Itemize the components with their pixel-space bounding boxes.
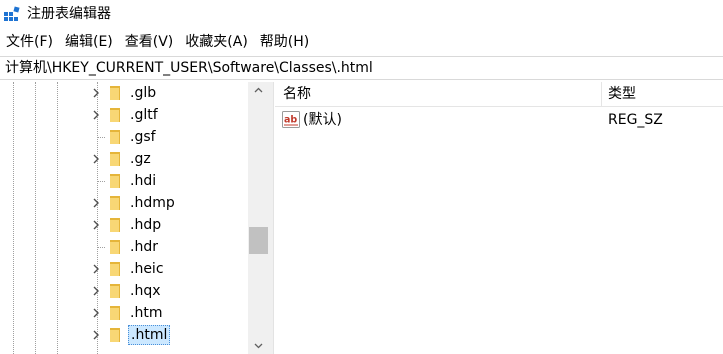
menu-file[interactable]: 文件(F) (0, 30, 59, 54)
tree-connector (97, 247, 105, 248)
tree-item[interactable]: .hdr (0, 236, 248, 258)
tree-item[interactable]: .hdp (0, 214, 248, 236)
tree-item-label: .hdp (130, 217, 162, 233)
window-title: 注册表编辑器 (27, 6, 111, 22)
chevron-right-icon[interactable] (89, 262, 103, 276)
key-tree[interactable]: .glb .gltf .gsf .gz .hdi .hdmp .hdp .hdr .heic .h… (0, 82, 269, 354)
tree-item[interactable]: .hdi (0, 170, 248, 192)
menu-help[interactable]: 帮助(H) (254, 30, 315, 54)
values-pane[interactable]: 名称 类型 ab (默认) REG_SZ (275, 82, 723, 354)
tree-item[interactable]: .hqx (0, 280, 248, 302)
address-path[interactable]: 计算机\HKEY_CURRENT_USER\Software\Classes\.… (5, 59, 373, 78)
folder-icon (110, 108, 120, 122)
folder-icon (110, 240, 120, 254)
tree-item-label: .hdi (130, 173, 157, 189)
value-name: (默认) (303, 112, 342, 128)
menu-bar: 文件(F) 编辑(E) 查看(V) 收藏夹(A) 帮助(H) (0, 30, 723, 54)
title-bar: 注册表编辑器 (0, 0, 723, 30)
tree-item[interactable]: .heic (0, 258, 248, 280)
tree-item-label: .glb (130, 85, 157, 101)
string-value-icon: ab (282, 111, 300, 128)
folder-icon (110, 152, 120, 166)
folder-icon (110, 328, 120, 342)
tree-item-label: .hdmp (130, 195, 175, 211)
tree-item[interactable]: .htm (0, 302, 248, 324)
chevron-right-icon[interactable] (89, 86, 103, 100)
tree-item-label: .heic (130, 261, 164, 277)
folder-icon (110, 174, 120, 188)
svg-text:ab: ab (284, 115, 297, 126)
folder-icon (110, 86, 120, 100)
tree-item-label: .hqx (130, 283, 161, 299)
tree-item[interactable]: .gz (0, 148, 248, 170)
tree-item[interactable]: .gsf (0, 126, 248, 148)
menu-favorites[interactable]: 收藏夹(A) (179, 30, 254, 54)
chevron-right-icon[interactable] (89, 284, 103, 298)
tree-item[interactable]: .hdmp (0, 192, 248, 214)
tree-scrollbar[interactable] (248, 82, 269, 354)
tree-item[interactable]: .gltf (0, 104, 248, 126)
column-type-header[interactable]: 类型 (608, 85, 636, 104)
tree-item[interactable]: .html (0, 324, 248, 346)
tree-item-label: .html (128, 325, 171, 345)
address-bar[interactable]: 计算机\HKEY_CURRENT_USER\Software\Classes\.… (0, 56, 723, 80)
column-name-header[interactable]: 名称 (283, 85, 311, 104)
tree-item-label: .gltf (130, 107, 158, 123)
tree-item[interactable]: .glb (0, 82, 248, 104)
scroll-up-arrow-icon[interactable] (248, 82, 269, 99)
folder-icon (110, 218, 120, 232)
folder-icon (110, 306, 120, 320)
chevron-right-icon[interactable] (89, 152, 103, 166)
regedit-icon (4, 6, 20, 21)
tree-item-label: .gsf (130, 129, 156, 145)
column-divider[interactable] (601, 82, 602, 107)
value-type: REG_SZ (608, 112, 663, 128)
folder-icon (110, 284, 120, 298)
column-header: 名称 类型 (275, 82, 723, 107)
chevron-right-icon[interactable] (89, 218, 103, 232)
chevron-right-icon[interactable] (89, 306, 103, 320)
menu-edit[interactable]: 编辑(E) (59, 30, 119, 54)
pane-splitter[interactable] (269, 82, 274, 354)
scroll-down-arrow-icon[interactable] (248, 337, 269, 354)
menu-view[interactable]: 查看(V) (119, 30, 180, 54)
tree-item-label: .hdr (130, 239, 158, 255)
chevron-right-icon[interactable] (89, 108, 103, 122)
value-row-default[interactable]: ab (默认) REG_SZ (275, 109, 723, 131)
chevron-right-icon[interactable] (89, 328, 103, 342)
scroll-thumb[interactable] (249, 227, 268, 254)
tree-item-label: .gz (130, 151, 151, 167)
tree-item-label: .htm (130, 305, 163, 321)
folder-icon (110, 130, 120, 144)
chevron-right-icon[interactable] (89, 196, 103, 210)
tree-connector (97, 181, 105, 182)
folder-icon (110, 196, 120, 210)
folder-icon (110, 262, 120, 276)
tree-connector (97, 137, 105, 138)
